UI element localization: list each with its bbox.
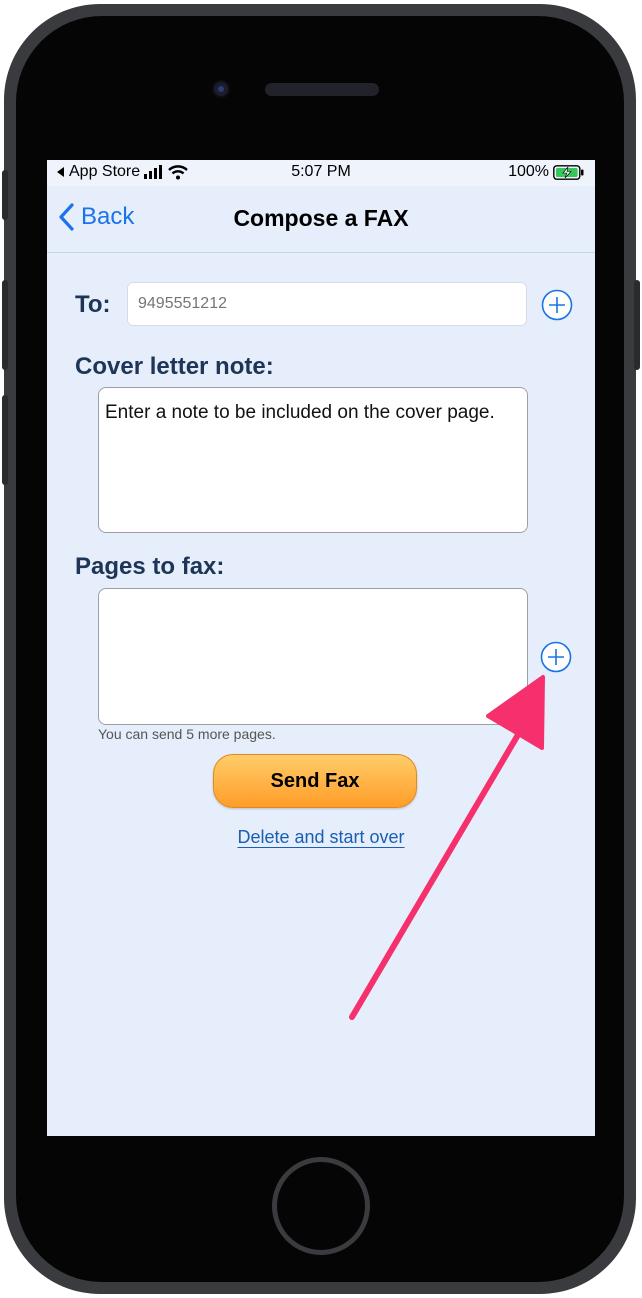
mute-switch — [2, 170, 8, 220]
screen: App Store 5:07 PM 100% Back Compose a FA… — [47, 160, 595, 1136]
add-contact-plus-icon[interactable] — [541, 289, 573, 321]
to-label: To: — [75, 291, 111, 318]
home-button[interactable] — [272, 1157, 370, 1255]
fax-number-input[interactable] — [127, 282, 527, 326]
battery-percent: 100% — [508, 163, 549, 180]
pages-to-fax-label: Pages to fax: — [75, 553, 225, 580]
pages-remaining-text: You can send 5 more pages. — [98, 726, 276, 742]
delete-link-row: Delete and start over — [47, 827, 595, 848]
delete-and-start-over-link[interactable]: Delete and start over — [237, 827, 404, 847]
page-title: Compose a FAX — [233, 205, 409, 231]
earpiece-speaker — [265, 83, 379, 96]
status-bar: App Store 5:07 PM 100% — [47, 160, 595, 186]
pages-list-box[interactable] — [98, 588, 528, 725]
battery-charging-icon — [553, 164, 584, 180]
volume-down-button — [2, 395, 8, 485]
cover-note-placeholder: Enter a note to be included on the cover… — [105, 402, 495, 423]
volume-up-button — [2, 280, 8, 370]
add-pages-plus-icon[interactable] — [540, 641, 572, 673]
power-button — [634, 280, 640, 370]
cover-letter-label: Cover letter note: — [75, 353, 274, 380]
navigation-bar: Back Compose a FAX — [47, 186, 595, 253]
status-right: 100% — [508, 163, 585, 181]
front-camera — [212, 80, 230, 98]
send-fax-button[interactable]: Send Fax — [213, 754, 417, 808]
